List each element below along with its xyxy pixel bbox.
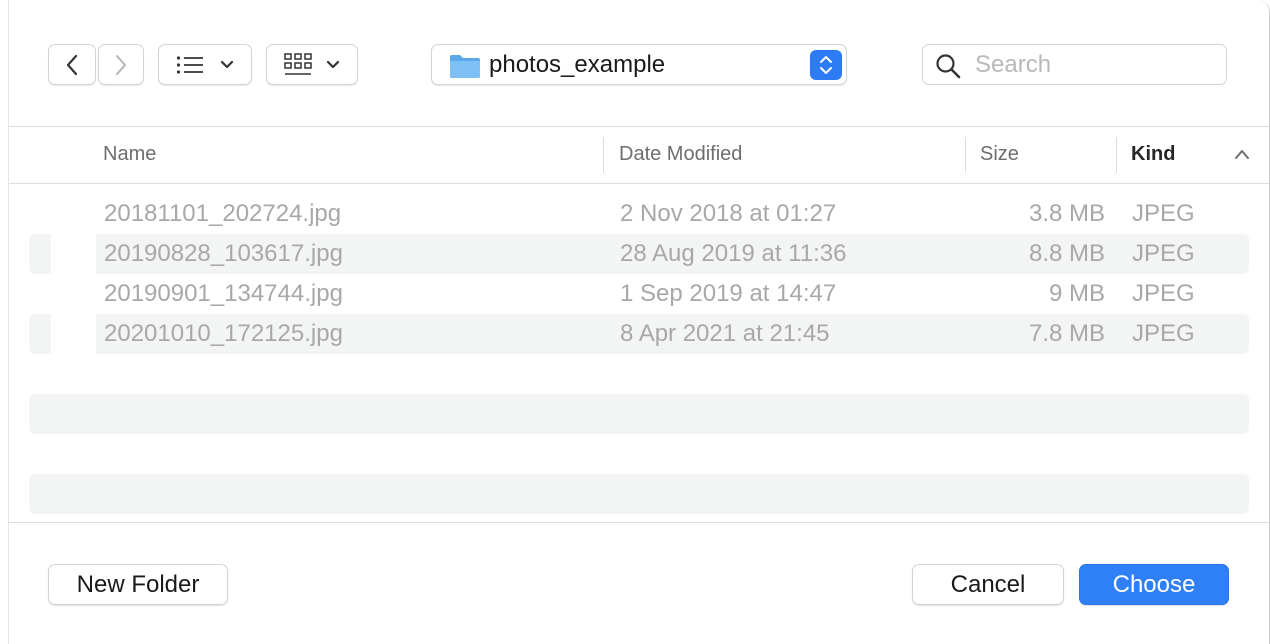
table-row[interactable]: 20181101_202724.jpg 2 Nov 2018 at 01:27 … <box>29 194 1249 234</box>
file-size: 3.8 MB <box>1028 200 1105 227</box>
popup-stepper[interactable] <box>810 50 842 80</box>
empty-row-stripe <box>29 394 1249 434</box>
list-view-button[interactable] <box>158 44 252 85</box>
chevron-down-icon <box>220 60 234 68</box>
column-header-name[interactable]: Name <box>103 127 156 183</box>
file-size: 7.8 MB <box>1028 320 1105 347</box>
file-date-modified: 1 Sep 2019 at 14:47 <box>620 280 837 307</box>
chevron-right-icon <box>116 54 126 75</box>
table-row[interactable]: 20190901_134744.jpg 1 Sep 2019 at 14:47 … <box>29 274 1249 314</box>
file-kind: JPEG <box>1132 320 1195 347</box>
row-indent <box>51 314 96 354</box>
file-size: 9 MB <box>1048 280 1105 307</box>
search-field[interactable] <box>922 44 1227 85</box>
file-name: 20190901_134744.jpg <box>104 280 343 307</box>
file-name: 20201010_172125.jpg <box>104 320 343 347</box>
table-row[interactable]: 20201010_172125.jpg 8 Apr 2021 at 21:45 … <box>29 314 1249 354</box>
dialog-footer: New Folder Cancel Choose <box>9 522 1269 644</box>
column-divider[interactable] <box>965 137 966 173</box>
file-date-modified: 28 Aug 2019 at 11:36 <box>620 240 847 267</box>
empty-row-stripe <box>29 474 1249 514</box>
column-divider[interactable] <box>1116 137 1117 173</box>
column-header-date-modified[interactable]: Date Modified <box>619 127 742 183</box>
chevron-left-icon <box>66 54 78 75</box>
sort-ascending-icon[interactable] <box>1233 147 1251 161</box>
file-kind: JPEG <box>1132 200 1195 227</box>
up-down-arrows-icon <box>820 56 832 74</box>
grid-view-button[interactable] <box>266 44 358 85</box>
chevron-down-icon <box>326 60 340 68</box>
back-button[interactable] <box>48 44 96 85</box>
file-name: 20181101_202724.jpg <box>104 200 342 227</box>
folder-path-popup[interactable]: photos_example <box>431 44 847 85</box>
file-chooser-dialog: photos_example Name Date Modified Size K… <box>8 0 1270 644</box>
column-divider[interactable] <box>603 137 604 173</box>
file-name: 20190828_103617.jpg <box>104 240 343 267</box>
file-date-modified: 2 Nov 2018 at 01:27 <box>620 200 837 227</box>
new-folder-button[interactable]: New Folder <box>48 564 228 605</box>
file-kind: JPEG <box>1132 280 1195 307</box>
toolbar: photos_example <box>9 0 1269 127</box>
column-header-kind[interactable]: Kind <box>1131 127 1175 183</box>
table-row[interactable]: 20190828_103617.jpg 28 Aug 2019 at 11:36… <box>29 234 1249 274</box>
search-input[interactable] <box>975 49 1215 81</box>
folder-path-label: photos_example <box>489 51 666 78</box>
list-icon <box>176 55 203 74</box>
folder-icon <box>450 55 480 78</box>
search-icon <box>936 54 961 79</box>
cancel-button[interactable]: Cancel <box>912 564 1064 605</box>
file-kind: JPEG <box>1132 240 1195 267</box>
grid-icon <box>284 52 312 75</box>
choose-button[interactable]: Choose <box>1079 564 1229 605</box>
column-header-size[interactable]: Size <box>980 127 1019 183</box>
file-date-modified: 8 Apr 2021 at 21:45 <box>620 320 830 347</box>
row-indent <box>51 234 96 274</box>
forward-button[interactable] <box>98 44 144 85</box>
column-header-row: Name Date Modified Size Kind <box>9 127 1269 184</box>
file-size: 8.8 MB <box>1028 240 1105 267</box>
